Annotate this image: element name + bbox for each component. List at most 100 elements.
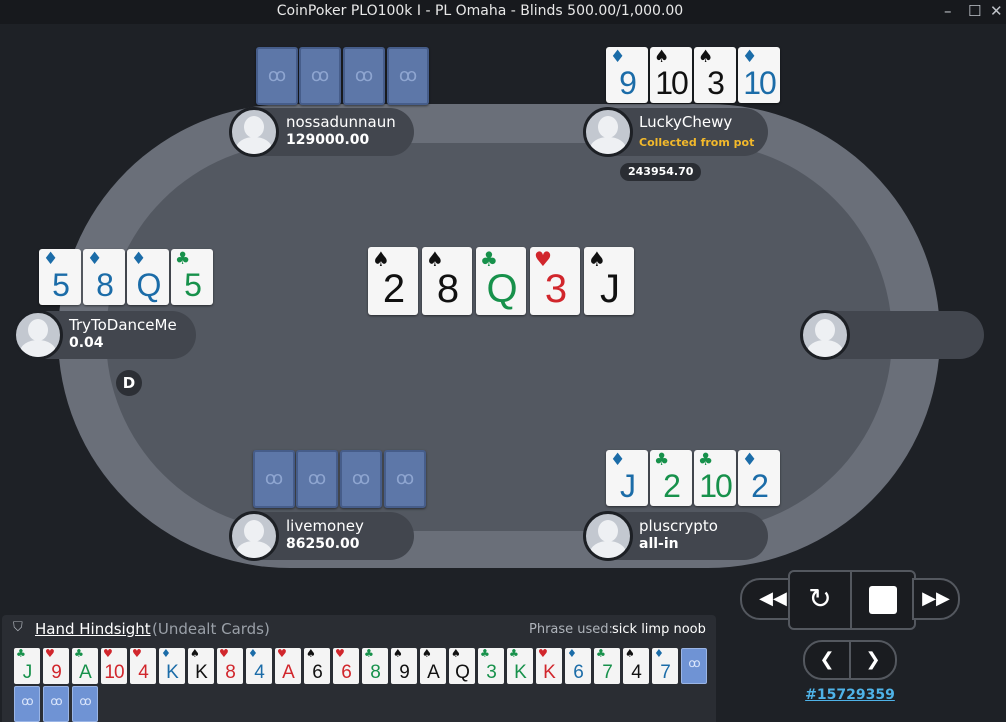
card-rank: 7 bbox=[602, 662, 613, 683]
stop-icon bbox=[869, 586, 897, 614]
hole-card: ♦ 2 bbox=[738, 450, 780, 506]
coinpoker-logo-icon: ꝏ bbox=[79, 694, 91, 708]
card-rank: J bbox=[22, 662, 33, 683]
card-rank: 4 bbox=[631, 662, 642, 683]
coinpoker-logo-icon: ꝏ bbox=[351, 468, 371, 489]
maximize-icon[interactable]: ☐ bbox=[968, 2, 981, 20]
minimize-icon[interactable]: – bbox=[944, 2, 952, 20]
hindsight-title[interactable]: Hand Hindsight bbox=[35, 620, 151, 638]
avatar bbox=[583, 107, 633, 157]
suit-icon: ♣ bbox=[509, 648, 519, 660]
hole-card: ♣ 5 bbox=[171, 249, 213, 305]
undealt-card: ♦ 6 bbox=[565, 648, 591, 684]
suit-icon: ♦ bbox=[131, 249, 147, 269]
board-card: ♣ Q bbox=[476, 247, 526, 315]
player-name: TryToDanceMe bbox=[69, 316, 177, 334]
card-rank: 2 bbox=[663, 468, 681, 504]
undealt-card: ♠ Q bbox=[449, 648, 475, 684]
suit-icon: ♦ bbox=[610, 450, 626, 470]
card-back: ꝏ bbox=[72, 686, 98, 722]
card-rank: A bbox=[282, 662, 295, 683]
card-back: ꝏ bbox=[343, 47, 385, 105]
card-rank: K bbox=[195, 662, 208, 683]
previous-hand-button[interactable]: ❮ bbox=[803, 640, 851, 680]
card-back: ꝏ bbox=[256, 47, 298, 105]
card-rank: 2 bbox=[751, 468, 769, 504]
suit-icon: ♦ bbox=[248, 648, 258, 660]
player-name: livemoney bbox=[286, 517, 364, 535]
phrase-value: sick limp noob bbox=[612, 622, 706, 637]
card-rank: K bbox=[166, 662, 179, 683]
suit-icon: ♣ bbox=[596, 648, 606, 660]
undealt-card: ♦ 4 bbox=[246, 648, 272, 684]
suit-icon: ♠ bbox=[393, 648, 403, 660]
dealer-button: D bbox=[116, 370, 142, 396]
card-back: ꝏ bbox=[340, 450, 382, 508]
card-rank: 10 bbox=[655, 65, 689, 101]
suit-icon: ♠ bbox=[190, 648, 200, 660]
coinpoker-logo-icon: ꝏ bbox=[398, 65, 418, 86]
avatar bbox=[583, 511, 633, 561]
card-rank: 3 bbox=[486, 662, 497, 683]
undealt-card: ♠ 6 bbox=[304, 648, 330, 684]
suit-icon: ♦ bbox=[654, 648, 664, 660]
card-rank: J bbox=[600, 267, 620, 311]
undealt-card: ♣ K bbox=[507, 648, 533, 684]
player-stack: 86250.00 bbox=[286, 536, 360, 552]
window-title: CoinPoker PLO100k I - PL Omaha - Blinds … bbox=[276, 3, 684, 19]
fast-forward-button[interactable]: ▶▶ bbox=[912, 578, 960, 620]
card-rank: 6 bbox=[341, 662, 352, 683]
suit-icon: ♠ bbox=[306, 648, 316, 660]
card-rank: 8 bbox=[436, 267, 459, 311]
hand-id-link[interactable]: #15729359 bbox=[790, 687, 910, 703]
card-rank: 10 bbox=[743, 65, 777, 101]
coinpoker-logo-icon: ꝏ bbox=[264, 468, 284, 489]
card-rank: K bbox=[543, 662, 556, 683]
hand-hindsight-panel: ⛉ Hand Hindsight (Undealt Cards) Phrase … bbox=[2, 615, 716, 722]
coinpoker-logo-icon: ꝏ bbox=[50, 694, 62, 708]
card-back: ꝏ bbox=[253, 450, 295, 508]
undealt-card: ♣ J bbox=[14, 648, 40, 684]
card-rank: Q bbox=[486, 267, 517, 311]
hole-card: ♦ Q bbox=[127, 249, 169, 305]
suit-icon: ♣ bbox=[364, 648, 374, 660]
card-rank: 2 bbox=[382, 267, 405, 311]
suit-icon: ♠ bbox=[698, 47, 714, 67]
card-rank: Q bbox=[455, 662, 470, 683]
card-rank: 7 bbox=[660, 662, 671, 683]
coinpoker-logo-icon: ꝏ bbox=[395, 468, 415, 489]
card-rank: 8 bbox=[96, 267, 114, 303]
card-rank: 8 bbox=[370, 662, 381, 683]
coinpoker-logo-icon: ꝏ bbox=[688, 656, 700, 670]
card-rank: 10 bbox=[699, 468, 733, 504]
next-hand-button[interactable]: ❯ bbox=[849, 640, 897, 680]
close-icon[interactable]: ✕ bbox=[990, 2, 1003, 20]
card-rank: 9 bbox=[399, 662, 410, 683]
suit-icon: ♥ bbox=[538, 648, 548, 660]
card-back: ꝏ bbox=[43, 686, 69, 722]
card-rank: J bbox=[620, 468, 636, 504]
card-back: ꝏ bbox=[681, 648, 707, 684]
player-name: pluscrypto bbox=[639, 517, 718, 535]
undealt-card: ♠ 4 bbox=[623, 648, 649, 684]
card-back: ꝏ bbox=[387, 47, 429, 105]
replay-button[interactable]: ↻ bbox=[788, 570, 852, 630]
player-stack: 0.04 bbox=[69, 335, 104, 351]
suit-icon: ♦ bbox=[742, 450, 758, 470]
stop-button[interactable] bbox=[850, 570, 916, 630]
shield-icon: ⛉ bbox=[13, 620, 23, 635]
coinpoker-logo-icon: ꝏ bbox=[307, 468, 327, 489]
suit-icon: ♦ bbox=[43, 249, 59, 269]
suit-icon: ♥ bbox=[103, 648, 113, 660]
hole-card: ♣ 10 bbox=[694, 450, 736, 506]
card-rank: 9 bbox=[619, 65, 637, 101]
card-rank: 3 bbox=[544, 267, 567, 311]
undealt-card: ♦ 7 bbox=[652, 648, 678, 684]
card-back: ꝏ bbox=[296, 450, 338, 508]
suit-icon: ♥ bbox=[45, 648, 55, 660]
suit-icon: ♥ bbox=[219, 648, 229, 660]
board-card: ♥ 3 bbox=[530, 247, 580, 315]
card-rank: 4 bbox=[138, 662, 149, 683]
undealt-card: ♠ 9 bbox=[391, 648, 417, 684]
card-rank: 5 bbox=[52, 267, 70, 303]
